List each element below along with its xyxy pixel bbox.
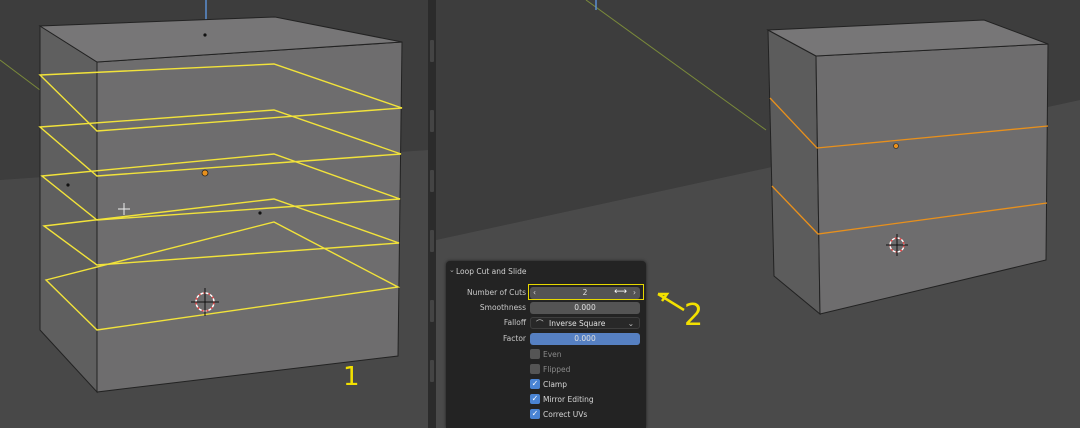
smoothness-field[interactable]: 0.000 <box>530 302 640 314</box>
checkmark-icon[interactable]: ✓ <box>530 394 540 404</box>
checkmark-icon[interactable]: ✓ <box>530 379 540 389</box>
falloff-dropdown[interactable]: ⌒ Inverse Square ⌄ <box>530 317 640 329</box>
divider-tab <box>430 170 434 192</box>
viewport-left[interactable] <box>0 0 428 428</box>
row-number-of-cuts: Number of Cuts ‹ 2 ⟷ › <box>446 284 646 300</box>
factor-slider[interactable]: 0.000 <box>530 333 640 345</box>
row-factor: Factor 0.000 <box>446 332 646 346</box>
divider-tab <box>430 230 434 252</box>
falloff-curve-icon: ⌒ <box>536 319 544 328</box>
label-falloff: Falloff <box>503 318 526 327</box>
divider-tab <box>430 360 434 382</box>
checkbox-icon[interactable] <box>530 364 540 374</box>
operator-panel-loop-cut[interactable]: ⌄ Loop Cut and Slide Number of Cuts ‹ 2 … <box>446 261 646 428</box>
divider-tab <box>430 110 434 132</box>
row-smoothness: Smoothness 0.000 <box>446 301 646 315</box>
row-falloff: Falloff ⌒ Inverse Square ⌄ <box>446 316 646 330</box>
origin-dot <box>893 143 899 149</box>
label-factor: Factor <box>503 334 526 343</box>
origin-dot <box>201 169 209 177</box>
cube-left-face <box>39 25 98 394</box>
annotation-arrow-icon <box>657 292 685 312</box>
chevron-down-icon: ⌄ <box>627 319 634 328</box>
label-smoothness: Smoothness <box>479 303 526 312</box>
checkbox-icon[interactable] <box>530 349 540 359</box>
checkmark-icon[interactable]: ✓ <box>530 409 540 419</box>
chevron-down-icon[interactable]: ⌄ <box>449 266 455 274</box>
viewport-left-canvas <box>0 0 428 428</box>
panel-title[interactable]: Loop Cut and Slide <box>456 267 526 276</box>
highlight-box <box>528 284 644 300</box>
divider-tab <box>430 300 434 322</box>
cube-left-face <box>767 29 821 316</box>
divider-tab <box>430 40 434 62</box>
annotation-step-1: 1 <box>343 362 360 392</box>
label-number-of-cuts: Number of Cuts <box>467 288 526 297</box>
